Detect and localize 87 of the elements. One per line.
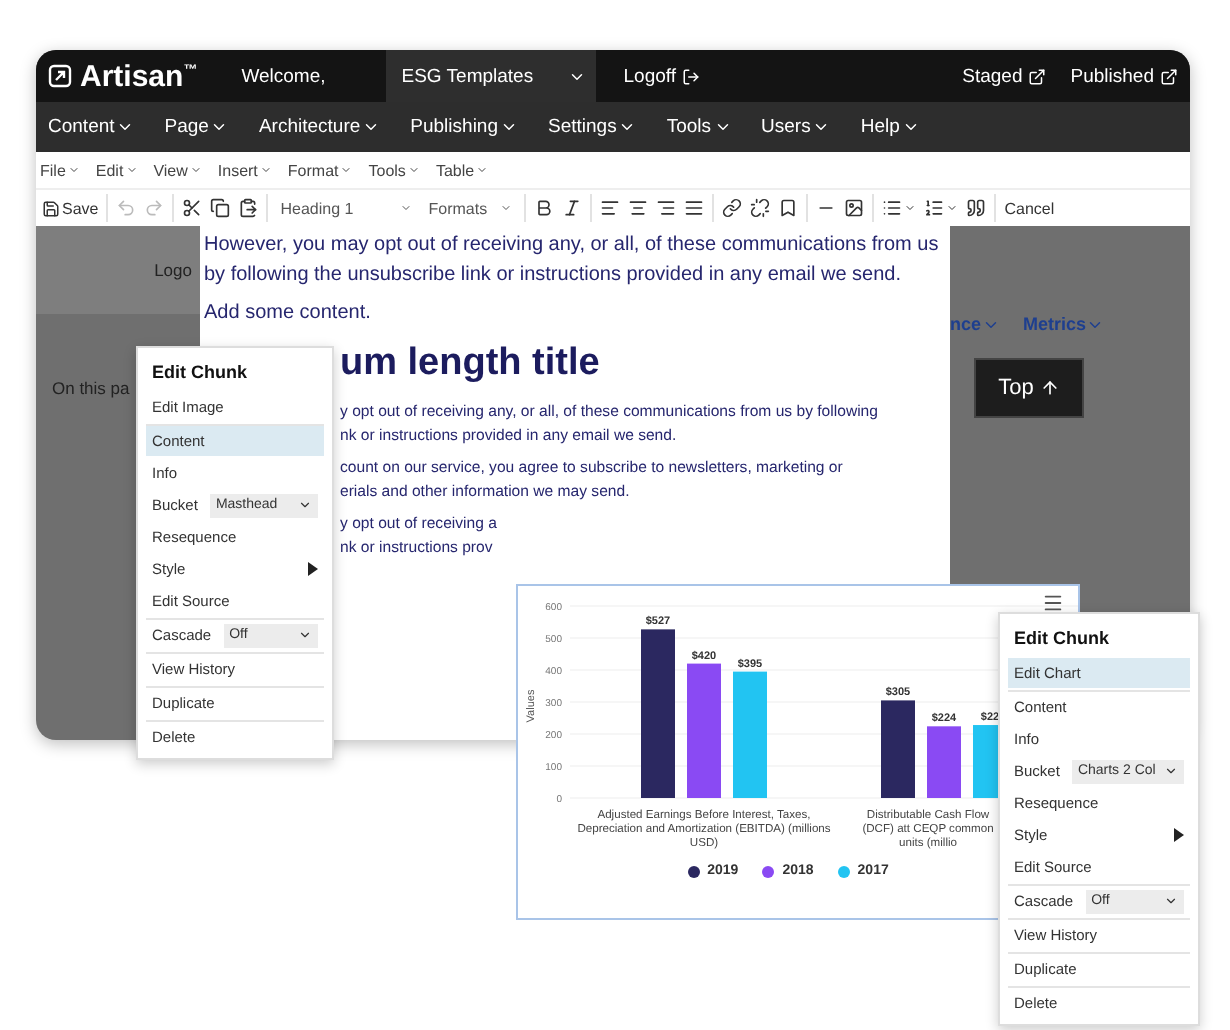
- nav-item[interactable]: Publishing: [410, 116, 518, 138]
- editor-menu-item[interactable]: Format: [287, 161, 353, 179]
- nav-item[interactable]: Tools: [666, 116, 732, 138]
- external-link-icon: [1028, 67, 1047, 85]
- paste-icon: [238, 198, 259, 218]
- chevron-down-icon: [362, 118, 381, 136]
- caret-down-icon: [476, 164, 489, 176]
- italic-icon: [562, 198, 583, 218]
- nav-item[interactable]: Page: [164, 116, 229, 138]
- caret-down-icon: [340, 164, 353, 176]
- menu-icon: [1042, 592, 1064, 614]
- align-justify-icon: [684, 198, 705, 218]
- bold-icon: [534, 198, 555, 218]
- page-heading: um length title: [340, 340, 602, 388]
- header-link[interactable]: Staged: [962, 65, 1047, 87]
- submenu-arrow-icon: [1174, 828, 1184, 842]
- editor-menu-item[interactable]: Tools: [368, 161, 420, 179]
- editor-menu-item[interactable]: Edit: [95, 161, 138, 179]
- chevron-down-icon: [901, 118, 920, 136]
- logo-text: Logo: [154, 260, 192, 280]
- nav-item[interactable]: Settings: [548, 116, 637, 138]
- caret-down-icon: [259, 164, 272, 176]
- bullet-list-icon: [882, 198, 903, 218]
- chevron-down-icon: [500, 118, 518, 136]
- numbered-list-icon: [924, 198, 945, 218]
- save-icon: [42, 199, 60, 217]
- caret-down-icon: [67, 164, 80, 176]
- chevron-down-icon: [713, 118, 732, 136]
- link-icon: [722, 198, 743, 218]
- block-format-select[interactable]: Heading 1: [272, 192, 421, 224]
- top-button[interactable]: Top: [974, 358, 1084, 418]
- arrow-up-icon: [1039, 378, 1060, 398]
- logoff-link[interactable]: Logoff: [623, 65, 700, 87]
- caret-down-icon: [125, 164, 138, 176]
- nav-item[interactable]: Architecture: [258, 116, 381, 138]
- copy-icon: [210, 198, 231, 218]
- nav-item[interactable]: Help: [860, 116, 920, 138]
- chevron-down-icon: [298, 628, 312, 642]
- brand-name: Artisan$^{™}$: [80, 59, 198, 93]
- bar: [733, 671, 767, 798]
- logout-icon: [682, 67, 700, 85]
- caret-down-icon: [500, 202, 513, 214]
- editor-menu-item[interactable]: View: [153, 161, 202, 179]
- caret-down-icon: [189, 164, 202, 176]
- editor-menu-item[interactable]: File: [40, 161, 80, 179]
- chevron-down-icon: [116, 118, 135, 136]
- caret-down-icon: [407, 164, 420, 176]
- external-link-icon: [1160, 67, 1178, 85]
- save-button[interactable]: Save: [38, 192, 103, 224]
- menu-title: Edit Chunk: [1012, 626, 1111, 652]
- chevron-down-icon: [1164, 894, 1178, 908]
- cancel-button[interactable]: Cancel: [1000, 192, 1059, 224]
- chevron-down-icon: [1164, 764, 1178, 778]
- align-left-icon: [600, 198, 621, 218]
- unlink-icon: [750, 198, 771, 218]
- bar: [881, 700, 915, 798]
- align-center-icon: [628, 198, 649, 218]
- editor-menu-item[interactable]: Insert: [217, 161, 272, 179]
- editor-menu-item[interactable]: Table: [435, 161, 489, 179]
- caret-down-icon: [400, 202, 413, 214]
- menu-title: Edit Chunk: [150, 360, 249, 386]
- undo-icon: [116, 198, 137, 218]
- header-link[interactable]: Published: [1070, 65, 1178, 87]
- site-select[interactable]: ESG Templates: [385, 50, 596, 102]
- redo-icon: [144, 198, 165, 218]
- quote-icon: [966, 198, 987, 218]
- on-this-page-label: On this pa: [52, 378, 132, 398]
- formats-select[interactable]: Formats: [420, 192, 521, 224]
- bookmark-icon: [778, 198, 799, 218]
- paragraph: However, you may opt out of receiving any, or all, of these communications from us by following the unsubscribe link or instructions provided in any email we send.: [204, 232, 941, 290]
- align-right-icon: [656, 198, 677, 218]
- bar: [927, 726, 961, 798]
- submenu-arrow-icon: [308, 562, 318, 576]
- caret-down-icon: [904, 202, 917, 214]
- paragraph: Add some content.: [204, 300, 373, 328]
- chevron-down-icon: [812, 118, 831, 136]
- image-icon: [844, 198, 865, 218]
- nav-item[interactable]: Users: [761, 116, 831, 138]
- cut-icon: [182, 198, 203, 218]
- chevron-down-icon: [298, 498, 312, 512]
- chevron-down-icon: [210, 118, 229, 136]
- chevron-down-icon: [618, 118, 637, 136]
- caret-down-icon: [946, 202, 959, 214]
- bar: [687, 663, 721, 798]
- welcome-text: Welcome,: [241, 65, 326, 87]
- square-logo-icon: [48, 64, 72, 88]
- nav-item[interactable]: Content: [48, 116, 135, 138]
